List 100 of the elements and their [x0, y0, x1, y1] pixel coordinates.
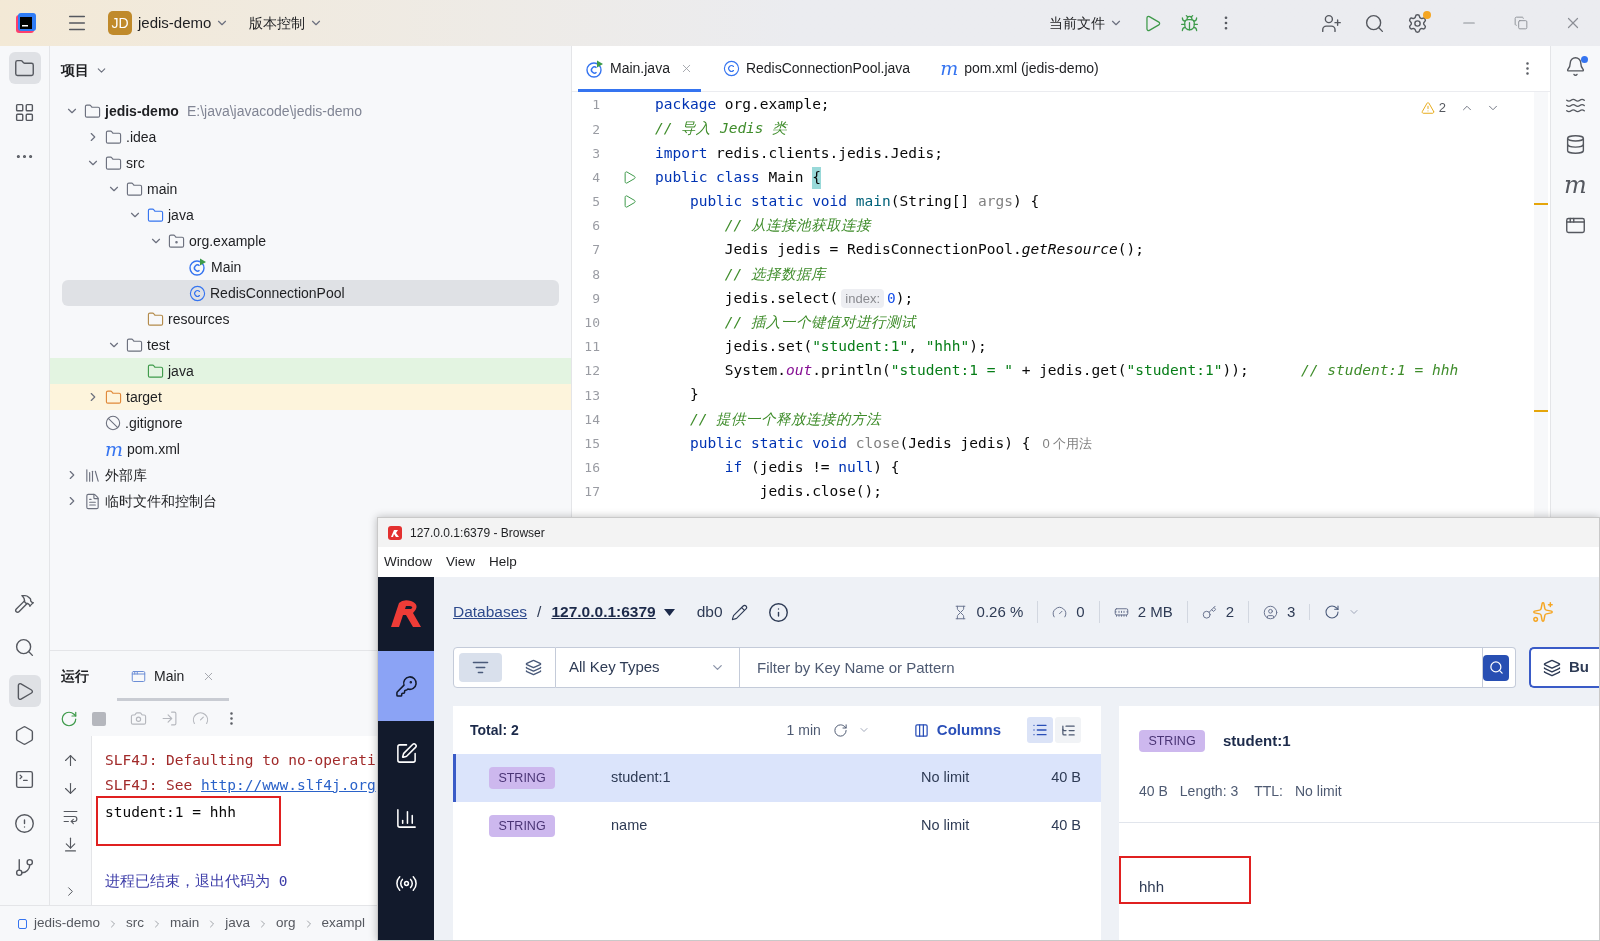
menu-item[interactable]: Help: [489, 551, 517, 573]
code-line: public static void main(String[] args) {: [688, 191, 1040, 211]
total-count: Total: 2: [470, 720, 519, 740]
folder-icon[interactable]: [8, 52, 41, 84]
list-view-button[interactable]: [1027, 717, 1053, 743]
info-icon[interactable]: [767, 601, 789, 623]
console-link[interactable]: http://www.slf4j.org: [201, 774, 376, 797]
editor-tab[interactable]: Main.java: [578, 45, 701, 92]
play-icon[interactable]: [8, 675, 41, 707]
tree-item[interactable]: java: [50, 202, 571, 228]
play-icon[interactable]: [1143, 13, 1162, 33]
key-row[interactable]: STRING student:1 No limit 40 B: [453, 754, 1101, 802]
bug-icon[interactable]: [1180, 13, 1199, 33]
breadcrumb-item[interactable]: jedis-demo: [34, 913, 101, 934]
code-line: import redis.clients.jedis.Jedis;: [655, 143, 944, 163]
key-icon[interactable]: [378, 651, 434, 721]
window-icon[interactable]: [1565, 215, 1586, 236]
line-number: 12: [583, 362, 600, 381]
project-menu[interactable]: jedis-demo: [138, 11, 230, 35]
breadcrumb-item[interactable]: exampl: [321, 913, 366, 934]
maven-tool-icon[interactable]: m: [1564, 173, 1587, 197]
tree-item[interactable]: 外部库: [50, 462, 571, 488]
rerun-icon[interactable]: [60, 709, 78, 728]
tree-item[interactable]: java: [50, 358, 571, 384]
settings-icon[interactable]: [1407, 12, 1428, 34]
project-view-menu[interactable]: 项目: [50, 46, 108, 94]
tree-item[interactable]: main: [50, 176, 571, 202]
line-number: 7: [591, 241, 600, 260]
editor-tab[interactable]: m pom.xml (jedis-demo): [932, 45, 1107, 92]
code-line: jedis.select( index: 0);: [655, 286, 914, 311]
console-line: 进程已结束，退出代码为 0: [105, 872, 288, 892]
line-number: 4: [591, 168, 600, 187]
tree-item[interactable]: resources: [50, 306, 571, 332]
line-number: 13: [583, 386, 600, 405]
key-icon: [1201, 604, 1217, 620]
columns-button[interactable]: Columns: [913, 718, 1001, 742]
folder-icon: [126, 336, 143, 354]
module-folder-icon: [84, 102, 101, 120]
tree-item[interactable]: 临时文件和控制台: [50, 488, 571, 514]
tree-item[interactable]: test: [50, 332, 571, 358]
filter-field[interactable]: Filter by Key Name or Pattern: [739, 647, 1483, 688]
bell-icon[interactable]: [1565, 56, 1586, 77]
arrow-down-icon[interactable]: [62, 780, 79, 797]
editor-tab[interactable]: RedisConnectionPool.java: [714, 45, 919, 92]
library-icon: [84, 466, 101, 484]
tree-item[interactable]: m pom.xml: [50, 436, 571, 462]
project-badge: JD: [108, 11, 132, 35]
database-link[interactable]: 127.0.0.1:6379: [551, 600, 656, 624]
maven-icon: m: [105, 439, 124, 459]
warning-stripe: [1534, 203, 1548, 205]
db-name: db0: [696, 602, 723, 623]
tree-item[interactable]: .gitignore: [50, 410, 571, 436]
tree-item[interactable]: target: [50, 384, 571, 410]
breadcrumb-separator: /: [537, 602, 542, 623]
breadcrumb-item[interactable]: org: [276, 913, 296, 934]
key-name: student:1: [611, 768, 672, 788]
folder-icon: [147, 362, 164, 380]
database-icon[interactable]: [1565, 134, 1586, 155]
vcs-menu[interactable]: 版本控制: [249, 12, 324, 34]
tree-item[interactable]: jedis-demo E:\java\javacode\jedis-demo: [50, 98, 571, 124]
user-icon: [1263, 604, 1278, 620]
folder-icon: [105, 154, 122, 172]
caret-icon[interactable]: [663, 608, 675, 616]
type-badge: STRING: [1139, 730, 1205, 752]
line-number: 10: [583, 314, 600, 333]
add-user-icon[interactable]: [1321, 12, 1342, 34]
code-line: public class Main {: [655, 165, 821, 190]
menu-item[interactable]: View: [446, 551, 476, 573]
breadcrumb-item[interactable]: java: [225, 913, 251, 934]
search-button[interactable]: [1483, 654, 1509, 681]
tree-item[interactable]: .idea: [50, 124, 571, 150]
run-config-menu[interactable]: 当前文件: [1049, 12, 1123, 34]
search-icon[interactable]: [1364, 12, 1385, 34]
key-type-select[interactable]: All Key Types: [556, 647, 739, 688]
breadcrumb-item[interactable]: src: [126, 913, 145, 934]
stat-value: 0: [1076, 601, 1085, 622]
databases-link[interactable]: Databases: [453, 600, 528, 624]
tree-item[interactable]: src: [50, 150, 571, 176]
app-logo: [16, 13, 36, 33]
tree-item[interactable]: Main: [50, 254, 571, 280]
breadcrumb-item[interactable]: main: [170, 913, 200, 934]
console-line: SLF4J: See http://www.slf4j.org: [105, 773, 376, 798]
tree-item[interactable]: org.example: [50, 228, 571, 254]
code-line: // 选择数据库: [723, 264, 827, 284]
key-row[interactable]: STRING name No limit 40 B: [453, 802, 1101, 850]
tree-view-button[interactable]: [1055, 717, 1081, 743]
run-tab[interactable]: Main: [117, 651, 230, 701]
line-number: 6: [591, 217, 600, 236]
run-gutter-icon[interactable]: [622, 194, 637, 210]
filter-mode-button[interactable]: [459, 653, 502, 682]
tree-item[interactable]: RedisConnectionPool: [62, 280, 559, 306]
pencil-icon[interactable]: [730, 603, 748, 621]
bulk-actions-button[interactable]: Bu: [1529, 647, 1599, 688]
refresh-icon[interactable]: [832, 722, 848, 738]
scroll-end-icon[interactable]: [62, 836, 79, 853]
arrow-up-icon[interactable]: [62, 752, 79, 769]
run-gutter-icon[interactable]: [622, 170, 637, 186]
wrap-icon[interactable]: [62, 808, 79, 825]
refresh-icon[interactable]: [1324, 604, 1341, 620]
menu-item[interactable]: Window: [384, 551, 432, 573]
